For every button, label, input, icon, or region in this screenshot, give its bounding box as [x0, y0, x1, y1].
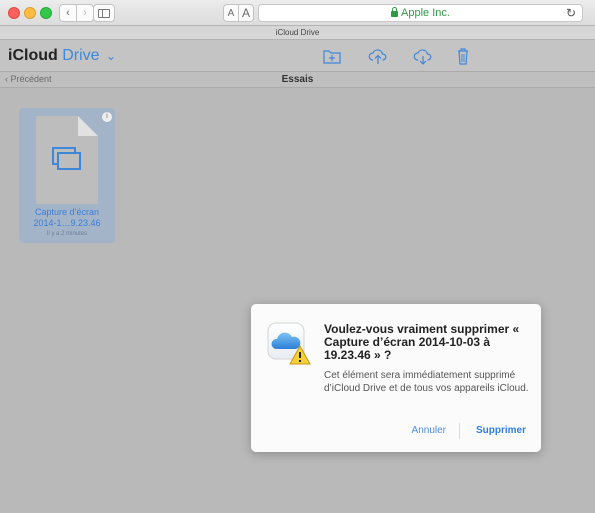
- app-section: Drive: [62, 47, 100, 64]
- folder-navigation-bar: ‹ Précédent Essais: [0, 72, 595, 88]
- app-header: iCloud Drive ⌄: [0, 40, 595, 72]
- folder-title: Essais: [281, 74, 314, 85]
- font-smaller-label: A: [227, 7, 235, 19]
- sidebar-toggle-button[interactable]: [93, 4, 115, 22]
- url-text: Apple Inc.: [401, 7, 450, 19]
- font-larger-button[interactable]: A: [238, 4, 254, 22]
- file-name-line2: 2014-1…9.23.46: [33, 218, 101, 228]
- upload-button[interactable]: [366, 46, 390, 66]
- browser-toolbar: ‹ › A A Apple Inc. ↻: [0, 0, 595, 26]
- download-icon: [413, 49, 432, 65]
- chevron-right-icon: ›: [83, 7, 87, 19]
- address-bar[interactable]: Apple Inc. ↻: [258, 4, 583, 22]
- new-folder-icon: [323, 50, 341, 64]
- icloud-drive-warning-icon: [267, 322, 311, 365]
- document-icon: [36, 116, 98, 204]
- upload-icon: [368, 49, 387, 64]
- zoom-window-button[interactable]: [40, 7, 52, 19]
- app-name: iCloud: [8, 47, 58, 64]
- download-button[interactable]: [411, 46, 435, 66]
- tab-bar: iCloud Drive: [0, 26, 595, 40]
- chevron-left-icon: ‹: [66, 7, 70, 19]
- button-divider: [459, 423, 460, 439]
- file-modified-time: Il y a 2 minutes: [46, 231, 88, 237]
- screenshot-icon: [52, 147, 81, 170]
- new-folder-button[interactable]: [320, 46, 344, 66]
- trash-icon: [458, 48, 468, 65]
- app-title[interactable]: iCloud Drive ⌄: [8, 47, 116, 65]
- sidebar-icon: [98, 8, 110, 18]
- back-button[interactable]: ‹: [59, 4, 77, 22]
- delete-confirm-button[interactable]: Supprimer: [476, 425, 526, 436]
- font-larger-label: A: [241, 6, 250, 20]
- tab-title[interactable]: iCloud Drive: [276, 28, 320, 37]
- font-smaller-button[interactable]: A: [223, 4, 239, 22]
- forward-button[interactable]: ›: [76, 4, 94, 22]
- file-name: Capture d’écran 2014-1…9.23.46: [19, 207, 115, 229]
- file-item[interactable]: i Capture d’écran 2014-1…9.23.46 Il y a …: [19, 108, 115, 243]
- chevron-down-icon: ⌄: [106, 49, 117, 63]
- close-window-button[interactable]: [8, 7, 20, 19]
- delete-confirmation-dialog: Voulez-vous vraiment supprimer « Capture…: [251, 304, 541, 452]
- minimize-window-button[interactable]: [24, 7, 36, 19]
- dialog-title: Voulez-vous vraiment supprimer « Capture…: [324, 322, 520, 362]
- lock-icon: [391, 7, 399, 17]
- dialog-message: Cet élément sera immédiatement supprimé …: [324, 370, 529, 394]
- delete-button[interactable]: [451, 46, 475, 66]
- info-icon[interactable]: i: [102, 112, 112, 122]
- dialog-button-row: Annuler Supprimer: [251, 423, 541, 443]
- file-name-line1: Capture d’écran: [34, 207, 100, 217]
- reload-icon[interactable]: ↻: [566, 6, 576, 20]
- cancel-button[interactable]: Annuler: [412, 425, 446, 436]
